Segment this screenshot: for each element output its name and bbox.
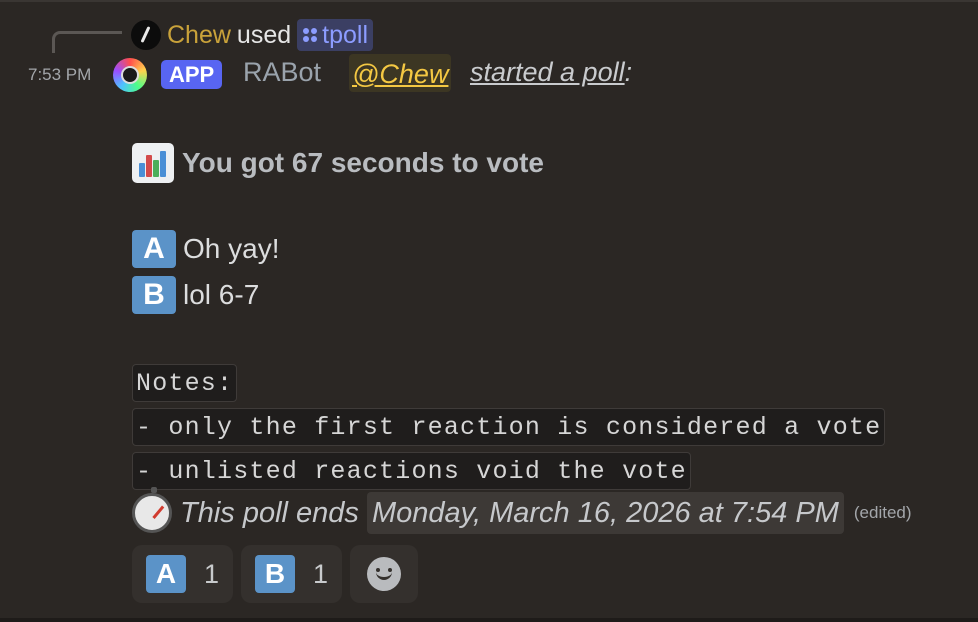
poll-ends-row: This poll ends Monday, March 16, 2026 at… — [132, 487, 912, 534]
bar-chart-icon — [132, 143, 174, 183]
poll-option-b: B lol 6-7 — [132, 276, 259, 314]
regional-a-icon: A — [146, 555, 186, 593]
regional-b-icon: B — [255, 555, 296, 593]
reply-reference[interactable]: Chew used tpoll — [131, 19, 374, 51]
option-text: lol 6-7 — [183, 279, 260, 310]
message-action: started a poll: — [470, 57, 632, 88]
stopwatch-icon — [132, 487, 172, 533]
reply-username[interactable]: Chew — [167, 21, 231, 50]
notes-heading: Notes: — [132, 364, 238, 402]
top-divider — [0, 0, 978, 10]
reply-spine — [52, 31, 122, 53]
notes-line: - unlisted reactions void the vote — [132, 452, 691, 490]
bottom-divider — [0, 618, 978, 622]
notes-line: - only the first reaction is considered … — [132, 408, 886, 446]
poll-title-row: You got 67 seconds to vote — [132, 143, 544, 183]
poll-title: You got 67 seconds to vote — [182, 147, 544, 178]
app-badge: APP — [161, 60, 223, 89]
poll-option-a: A Oh yay! — [132, 230, 279, 268]
regional-b-icon: B — [132, 276, 176, 314]
reaction-count: 1 — [313, 558, 329, 589]
regional-a-icon: A — [132, 230, 176, 268]
reaction-count: 1 — [204, 558, 220, 589]
reply-used-text: used — [236, 20, 292, 49]
reactions-bar: A 1 B 1 — [132, 545, 419, 603]
command-chip[interactable]: tpoll — [297, 19, 374, 51]
message-timestamp[interactable]: 7:53 PM — [28, 65, 91, 85]
option-text: Oh yay! — [183, 233, 280, 264]
command-name: tpoll — [322, 20, 369, 49]
poll-ends-prefix: This poll ends — [180, 496, 359, 529]
bot-username[interactable]: RABot — [243, 57, 321, 88]
slash-avatar-icon[interactable] — [131, 20, 161, 50]
slash-command-icon — [302, 27, 318, 43]
poll-ends-timestamp[interactable]: Monday, March 16, 2026 at 7:54 PM — [366, 492, 844, 534]
reaction-a-button[interactable]: A 1 — [132, 545, 234, 603]
reaction-b-button[interactable]: B 1 — [241, 545, 343, 603]
add-reaction-icon — [367, 557, 402, 591]
bot-avatar-icon[interactable] — [113, 58, 147, 92]
action-text: started a poll — [470, 57, 625, 87]
action-suffix: : — [624, 57, 633, 87]
edited-label[interactable]: (edited) — [854, 503, 912, 523]
user-mention[interactable]: @Chew — [349, 54, 452, 92]
add-reaction-button[interactable] — [350, 545, 419, 603]
